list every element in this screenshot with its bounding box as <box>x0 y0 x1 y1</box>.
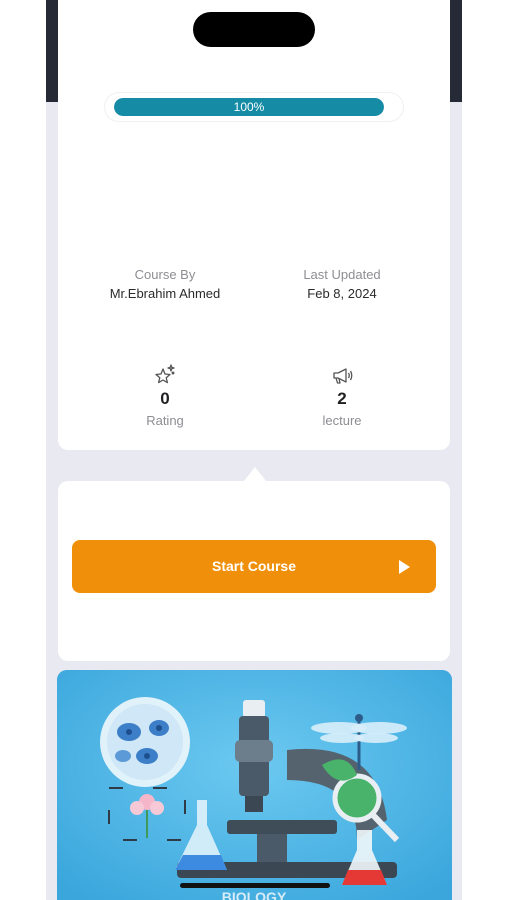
lecture-stat: 2 lecture <box>282 363 402 428</box>
lecture-count: 2 <box>337 389 347 408</box>
progress-bar: 100% <box>104 92 404 122</box>
last-updated-value: Feb 8, 2024 <box>307 286 377 301</box>
course-author: Course By Mr.Ebrahim Ahmed <box>65 267 265 301</box>
course-cover-image: BIOLOGY <box>57 670 452 900</box>
biology-caption: BIOLOGY <box>222 889 287 900</box>
sparkle-star-icon <box>155 364 175 384</box>
course-author-label: Course By <box>134 267 196 282</box>
home-indicator[interactable] <box>180 883 330 888</box>
phone-frame-left <box>46 0 58 102</box>
start-course-label: Start Course <box>211 558 297 574</box>
rating-stat: 0 Rating <box>105 363 225 428</box>
rating-value: 0 <box>160 389 170 408</box>
play-icon <box>399 560 410 574</box>
biology-illustration: BIOLOGY <box>57 670 452 900</box>
progress-label: 100% <box>233 100 265 114</box>
rating-label: Rating <box>146 413 184 428</box>
phone-frame-right <box>450 0 462 102</box>
last-updated: Last Updated Feb 8, 2024 <box>242 267 442 301</box>
last-updated-label: Last Updated <box>303 267 381 282</box>
megaphone-icon <box>333 368 353 384</box>
card-pointer <box>244 467 266 481</box>
start-course-button[interactable]: Start Course <box>72 540 436 593</box>
lecture-label: lecture <box>322 413 362 428</box>
cell-icon <box>100 697 190 787</box>
dynamic-island <box>193 12 315 47</box>
course-author-value: Mr.Ebrahim Ahmed <box>109 286 221 301</box>
